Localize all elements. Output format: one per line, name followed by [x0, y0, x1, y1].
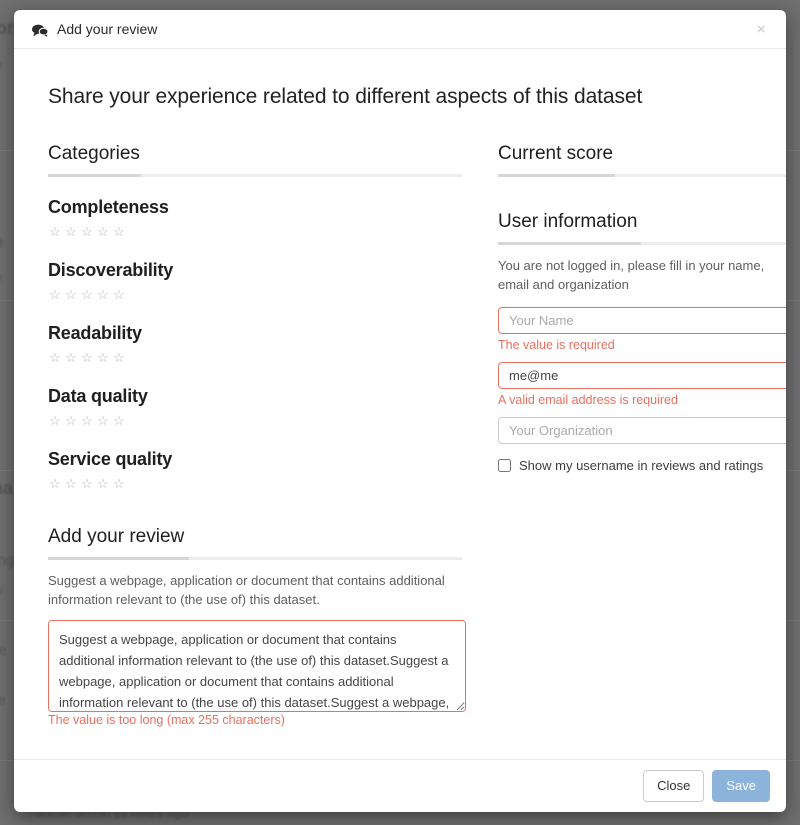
star-5[interactable]: ☆: [112, 287, 126, 303]
star-4[interactable]: ☆: [96, 476, 110, 492]
modal-body: Share your experience related to differe…: [14, 49, 786, 759]
rating-stars-completeness[interactable]: ☆ ☆ ☆ ☆ ☆: [48, 224, 462, 240]
category-label: Data quality: [48, 386, 148, 406]
user-information-section-heading: User information: [498, 211, 786, 245]
close-icon[interactable]: ×: [752, 19, 770, 40]
category-label: Discoverability: [48, 260, 174, 280]
category-item: Completeness ☆ ☆ ☆ ☆ ☆: [48, 197, 462, 240]
star-2[interactable]: ☆: [64, 287, 78, 303]
star-1[interactable]: ☆: [48, 224, 62, 240]
review-section-label: Add your review: [48, 526, 185, 547]
star-1[interactable]: ☆: [48, 476, 62, 492]
save-button[interactable]: Save: [712, 769, 770, 803]
page-title: Share your experience related to differe…: [48, 85, 643, 108]
star-1[interactable]: ☆: [48, 413, 62, 429]
category-label: Readability: [48, 323, 142, 343]
modal-title-row: Add your review: [32, 21, 157, 37]
close-button[interactable]: Close: [643, 769, 705, 803]
name-error-message: The value is required: [498, 337, 615, 352]
star-3[interactable]: ☆: [80, 287, 94, 303]
rating-stars-discoverability[interactable]: ☆ ☆ ☆ ☆ ☆: [48, 287, 462, 303]
modal-columns: Categories Completeness ☆ ☆ ☆ ☆ ☆ Discov…: [48, 143, 786, 737]
show-username-checkbox[interactable]: [498, 458, 511, 472]
star-3[interactable]: ☆: [80, 350, 94, 366]
star-4[interactable]: ☆: [96, 413, 110, 429]
star-3[interactable]: ☆: [80, 413, 94, 429]
category-item: Data quality ☆ ☆ ☆ ☆ ☆: [48, 386, 462, 429]
star-2[interactable]: ☆: [64, 476, 78, 492]
show-username-label[interactable]: Show my username in reviews and ratings: [519, 458, 763, 473]
login-note: You are not logged in, please fill in yo…: [498, 258, 765, 292]
categories-section-heading: Categories: [48, 143, 462, 177]
current-score-section-heading: Current score: [498, 143, 786, 177]
rating-stars-readability[interactable]: ☆ ☆ ☆ ☆ ☆: [48, 350, 462, 366]
star-5[interactable]: ☆: [112, 224, 126, 240]
rating-stars-data-quality[interactable]: ☆ ☆ ☆ ☆ ☆: [48, 413, 462, 429]
star-2[interactable]: ☆: [64, 224, 78, 240]
star-2[interactable]: ☆: [64, 413, 78, 429]
modal-header-title: Add your review: [57, 21, 158, 37]
star-1[interactable]: ☆: [48, 287, 62, 303]
star-1[interactable]: ☆: [48, 350, 62, 366]
category-label: Completeness: [48, 197, 169, 217]
modal-header: Add your review ×: [14, 10, 786, 49]
left-column: Categories Completeness ☆ ☆ ☆ ☆ ☆ Discov…: [48, 143, 466, 737]
star-5[interactable]: ☆: [112, 350, 126, 366]
category-item: Service quality ☆ ☆ ☆ ☆ ☆: [48, 449, 462, 492]
add-review-section: Add your review Suggest a webpage, appli…: [48, 526, 466, 727]
show-username-row: Show my username in reviews and ratings: [498, 458, 786, 473]
star-4[interactable]: ☆: [96, 287, 110, 303]
review-section-heading: Add your review: [48, 526, 462, 560]
categories-section-label: Categories: [48, 143, 140, 164]
organization-field[interactable]: [498, 416, 786, 444]
star-5[interactable]: ☆: [112, 476, 126, 492]
current-score-section-label: Current score: [498, 143, 614, 164]
star-5[interactable]: ☆: [112, 413, 126, 429]
star-4[interactable]: ☆: [96, 350, 110, 366]
add-review-modal: Add your review × Share your experience …: [14, 10, 786, 812]
email-error-message: A valid email address is required: [498, 392, 678, 407]
review-help-text: Suggest a webpage, application or docume…: [48, 573, 445, 607]
modal-footer: Close Save: [14, 759, 786, 812]
review-textarea[interactable]: [48, 619, 466, 712]
comments-icon: [32, 24, 49, 37]
star-4[interactable]: ☆: [96, 224, 110, 240]
category-label: Service quality: [48, 449, 173, 469]
star-3[interactable]: ☆: [80, 224, 94, 240]
star-3[interactable]: ☆: [80, 476, 94, 492]
star-2[interactable]: ☆: [64, 350, 78, 366]
name-field[interactable]: [498, 306, 786, 334]
right-column: Current score User information You are n…: [498, 143, 786, 737]
user-information-section-label: User information: [498, 211, 638, 232]
review-error-message: The value is too long (max 255 character…: [48, 712, 285, 727]
category-item: Readability ☆ ☆ ☆ ☆ ☆: [48, 323, 462, 366]
email-field[interactable]: [498, 361, 786, 389]
category-item: Discoverability ☆ ☆ ☆ ☆ ☆: [48, 260, 462, 303]
rating-stars-service-quality[interactable]: ☆ ☆ ☆ ☆ ☆: [48, 476, 462, 492]
